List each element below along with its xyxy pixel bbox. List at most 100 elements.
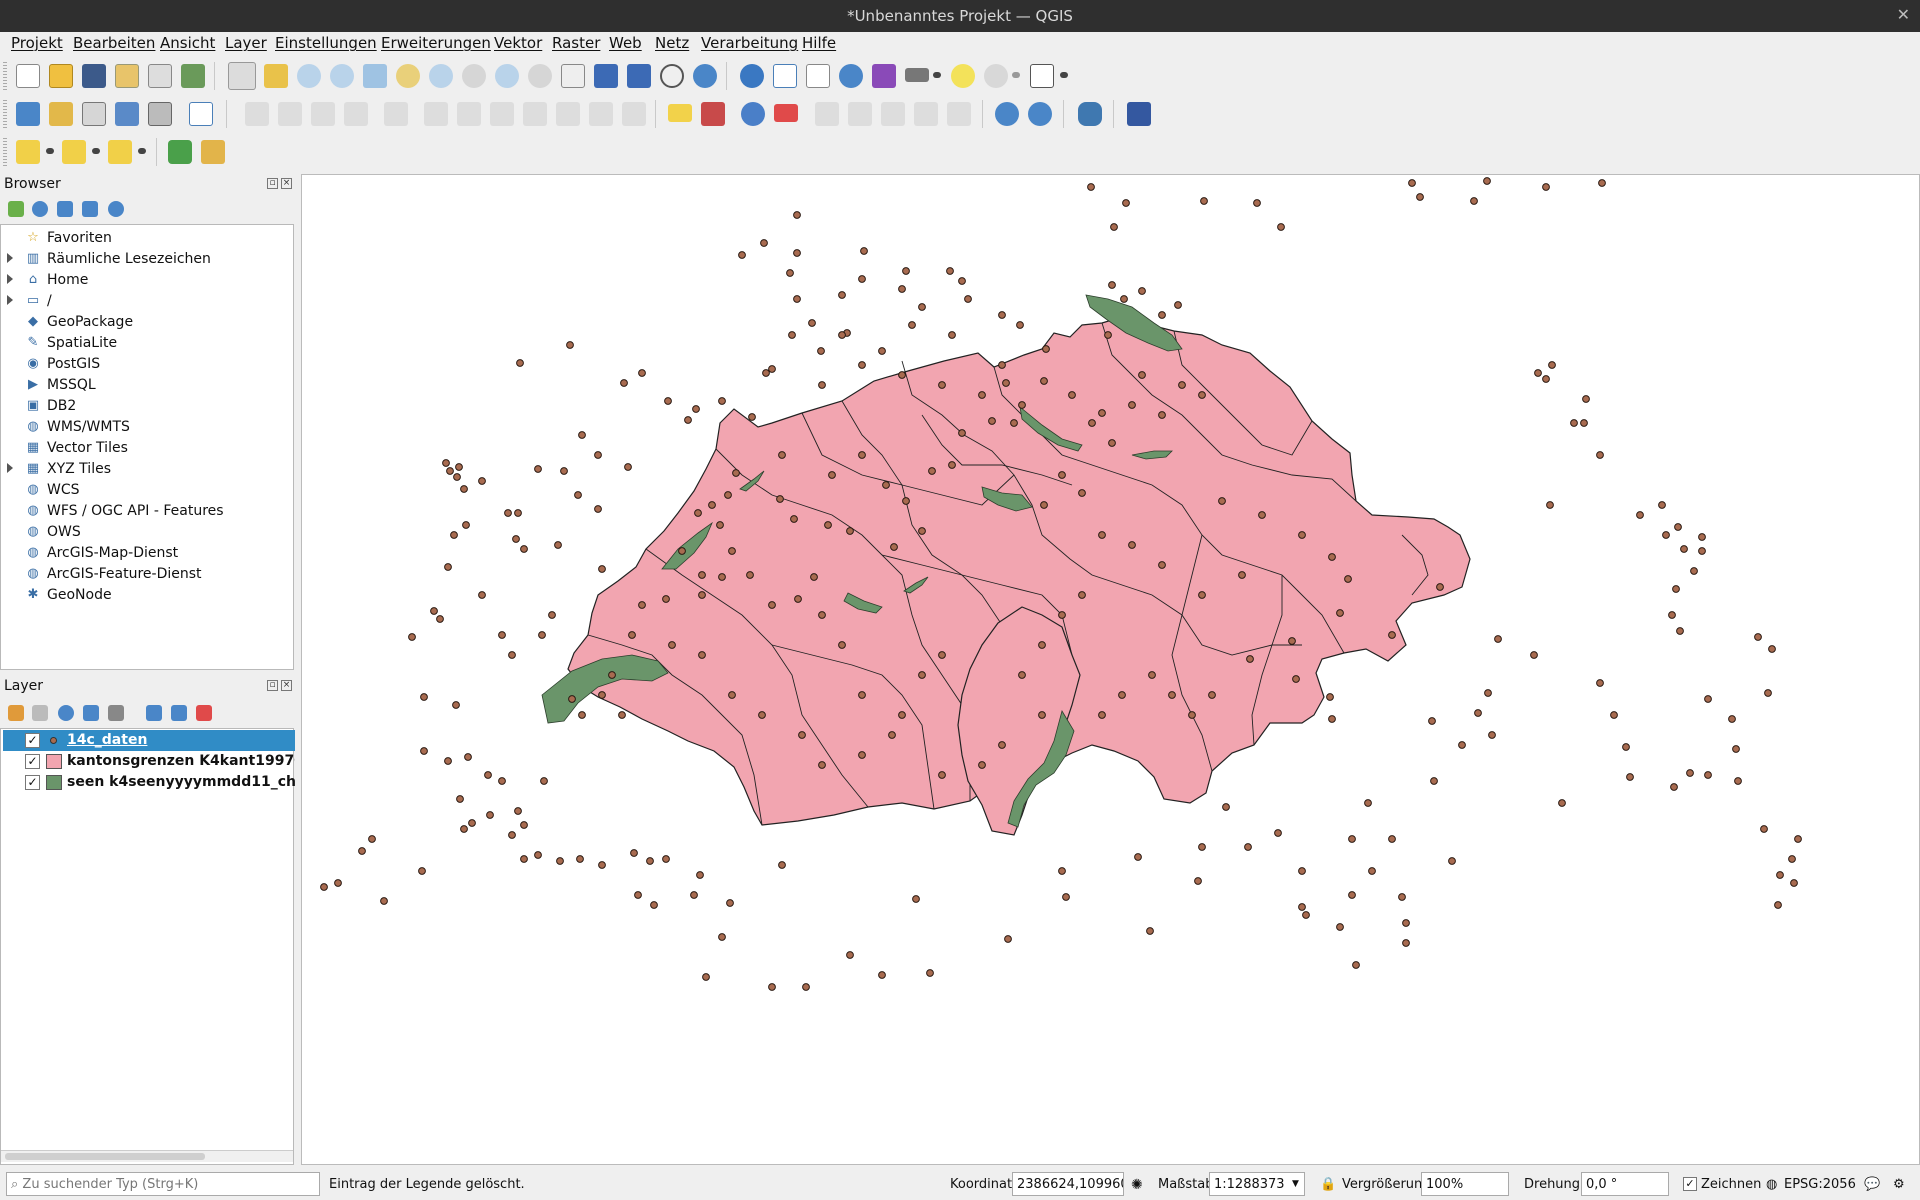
- open-layer-styling-icon[interactable]: [8, 705, 24, 721]
- measure-icon[interactable]: [905, 68, 929, 82]
- toolbar-grip[interactable]: [3, 100, 7, 128]
- filter-legend-icon[interactable]: [83, 705, 99, 721]
- deselect-icon[interactable]: [108, 140, 132, 164]
- expand-arrow-icon[interactable]: [7, 274, 13, 284]
- browser-item-favoriten[interactable]: ☆ Favoriten: [1, 228, 293, 249]
- scale-field[interactable]: 1:1288373: [1209, 1172, 1305, 1196]
- layer-labeling-icon[interactable]: [741, 102, 765, 126]
- expand-arrow-icon[interactable]: [7, 463, 13, 473]
- collapse-all-icon[interactable]: [82, 201, 98, 217]
- magnifier-field[interactable]: 100%: [1421, 1172, 1509, 1196]
- zoom-native-icon[interactable]: [462, 64, 486, 88]
- new-geopackage-icon[interactable]: [49, 102, 73, 126]
- menu-erweiterungen[interactable]: Erweiterungen: [381, 34, 491, 52]
- new-map-view-icon[interactable]: [561, 64, 585, 88]
- help-icon[interactable]: [1127, 102, 1151, 126]
- layer-row-kantonsgrenzen[interactable]: ✓ kantonsgrenzen K4kant19970101: [3, 751, 295, 772]
- render-checkbox[interactable]: ✓: [1683, 1177, 1697, 1191]
- pan-to-selection-icon[interactable]: [264, 64, 288, 88]
- metasearch-icon[interactable]: [995, 102, 1019, 126]
- browser-item-mssql[interactable]: ▶ MSSQL: [1, 375, 293, 396]
- toolbar-grip[interactable]: [3, 138, 7, 166]
- close-icon[interactable]: ✕: [1897, 5, 1910, 24]
- chevron-down-icon[interactable]: [933, 72, 941, 78]
- menu-layer[interactable]: Layer: [225, 34, 267, 52]
- python-console-icon[interactable]: [1078, 102, 1102, 126]
- toolbar-grip[interactable]: [3, 62, 7, 90]
- map-canvas[interactable]: [301, 174, 1920, 1165]
- browser-item-postgis[interactable]: ◉ PostGIS: [1, 354, 293, 375]
- coordinate-field[interactable]: 2386624,1099608: [1012, 1172, 1124, 1196]
- crs-globe-icon[interactable]: ◍: [1766, 1177, 1777, 1192]
- save-as-icon[interactable]: [115, 64, 139, 88]
- collapse-all-icon[interactable]: [171, 705, 187, 721]
- text-annotation-icon[interactable]: [1030, 64, 1054, 88]
- browser-item-wcs[interactable]: ◍ WCS: [1, 480, 293, 501]
- menu-bearbeiten[interactable]: Bearbeiten: [73, 34, 155, 52]
- manage-visibility-icon[interactable]: [58, 705, 74, 721]
- browser-item-db2[interactable]: ▣ DB2: [1, 396, 293, 417]
- locator-search-input[interactable]: ⌕ Zu suchender Typ (Strg+K): [6, 1172, 320, 1196]
- toggle-extents-icon[interactable]: ✺: [1131, 1177, 1143, 1193]
- chevron-down-icon[interactable]: [92, 148, 100, 154]
- menu-ansicht[interactable]: Ansicht: [160, 34, 215, 52]
- browser-item-ows[interactable]: ◍ OWS: [1, 522, 293, 543]
- pan-map-icon[interactable]: [228, 62, 256, 90]
- messages-icon[interactable]: 💬: [1864, 1177, 1880, 1192]
- refresh-icon[interactable]: [32, 201, 48, 217]
- expand-all-icon[interactable]: [146, 705, 162, 721]
- new-bookmark-icon[interactable]: [594, 64, 618, 88]
- zoom-in-icon[interactable]: [297, 64, 321, 88]
- info-icon[interactable]: [108, 201, 124, 217]
- lock-icon[interactable]: 🔒: [1320, 1177, 1336, 1192]
- map-tips-icon[interactable]: [951, 64, 975, 88]
- select-features-icon[interactable]: [16, 140, 40, 164]
- metasearch-globe-icon[interactable]: [1028, 102, 1052, 126]
- float-panel-icon[interactable]: ▫: [267, 178, 278, 189]
- zoom-to-layer-icon[interactable]: [429, 64, 453, 88]
- open-project-icon[interactable]: [49, 64, 73, 88]
- chevron-down-icon[interactable]: ▼: [1292, 1179, 1299, 1189]
- show-bookmarks-icon[interactable]: [627, 64, 651, 88]
- zoom-next-icon[interactable]: [528, 64, 552, 88]
- add-group-icon[interactable]: [32, 705, 48, 721]
- layer-visibility-checkbox[interactable]: ✓: [25, 754, 40, 769]
- menu-raster[interactable]: Raster: [552, 34, 600, 52]
- browser-item-wms-wmts[interactable]: ◍ WMS/WMTS: [1, 417, 293, 438]
- locator-icon[interactable]: [168, 140, 192, 164]
- expand-arrow-icon[interactable]: [7, 253, 13, 263]
- browser-item-xyz-tiles[interactable]: ▦ XYZ Tiles: [1, 459, 293, 480]
- zoom-last-icon[interactable]: [495, 64, 519, 88]
- temporal-controller-icon[interactable]: [660, 64, 684, 88]
- browser-item-arcgis-feature-dienst[interactable]: ◍ ArcGIS-Feature-Dienst: [1, 564, 293, 585]
- menu-verarbeitung[interactable]: Verarbeitung: [701, 34, 798, 52]
- browser-item-vector-tiles[interactable]: ▦ Vector Tiles: [1, 438, 293, 459]
- chevron-down-icon[interactable]: [1012, 72, 1020, 78]
- new-shapefile-icon[interactable]: [82, 102, 106, 126]
- filter-icon[interactable]: [57, 201, 73, 217]
- data-source-manager-icon[interactable]: [16, 102, 40, 126]
- remove-layer-icon[interactable]: [196, 705, 212, 721]
- pin-labels-icon[interactable]: [774, 104, 798, 122]
- expand-arrow-icon[interactable]: [7, 295, 13, 305]
- horizontal-scrollbar[interactable]: [1, 1150, 293, 1162]
- diagram-tool-icon[interactable]: [701, 102, 725, 126]
- new-project-icon[interactable]: [16, 64, 40, 88]
- layer-visibility-checkbox[interactable]: ✓: [25, 733, 40, 748]
- new-spatialite-icon[interactable]: [115, 102, 139, 126]
- select-by-value-icon[interactable]: [62, 140, 86, 164]
- browser-item-geonode[interactable]: ✱ GeoNode: [1, 585, 293, 606]
- processing-icon[interactable]: [201, 140, 225, 164]
- browser-item-[interactable]: ▭ /: [1, 291, 293, 312]
- menu-web[interactable]: Web: [609, 34, 642, 52]
- layer-row-14c-daten[interactable]: ✓ 14c_daten: [3, 730, 295, 751]
- refresh-icon[interactable]: [693, 64, 717, 88]
- layer-visibility-checkbox[interactable]: ✓: [25, 775, 40, 790]
- float-panel-icon[interactable]: ▫: [267, 680, 278, 691]
- filter-by-expression-icon[interactable]: [108, 705, 124, 721]
- attribute-table-icon[interactable]: [773, 64, 797, 88]
- menu-projekt[interactable]: Projekt: [11, 34, 63, 52]
- browser-item-wfs-ogc-api-features[interactable]: ◍ WFS / OGC API - Features: [1, 501, 293, 522]
- close-panel-icon[interactable]: ×: [281, 178, 292, 189]
- zoom-out-icon[interactable]: [330, 64, 354, 88]
